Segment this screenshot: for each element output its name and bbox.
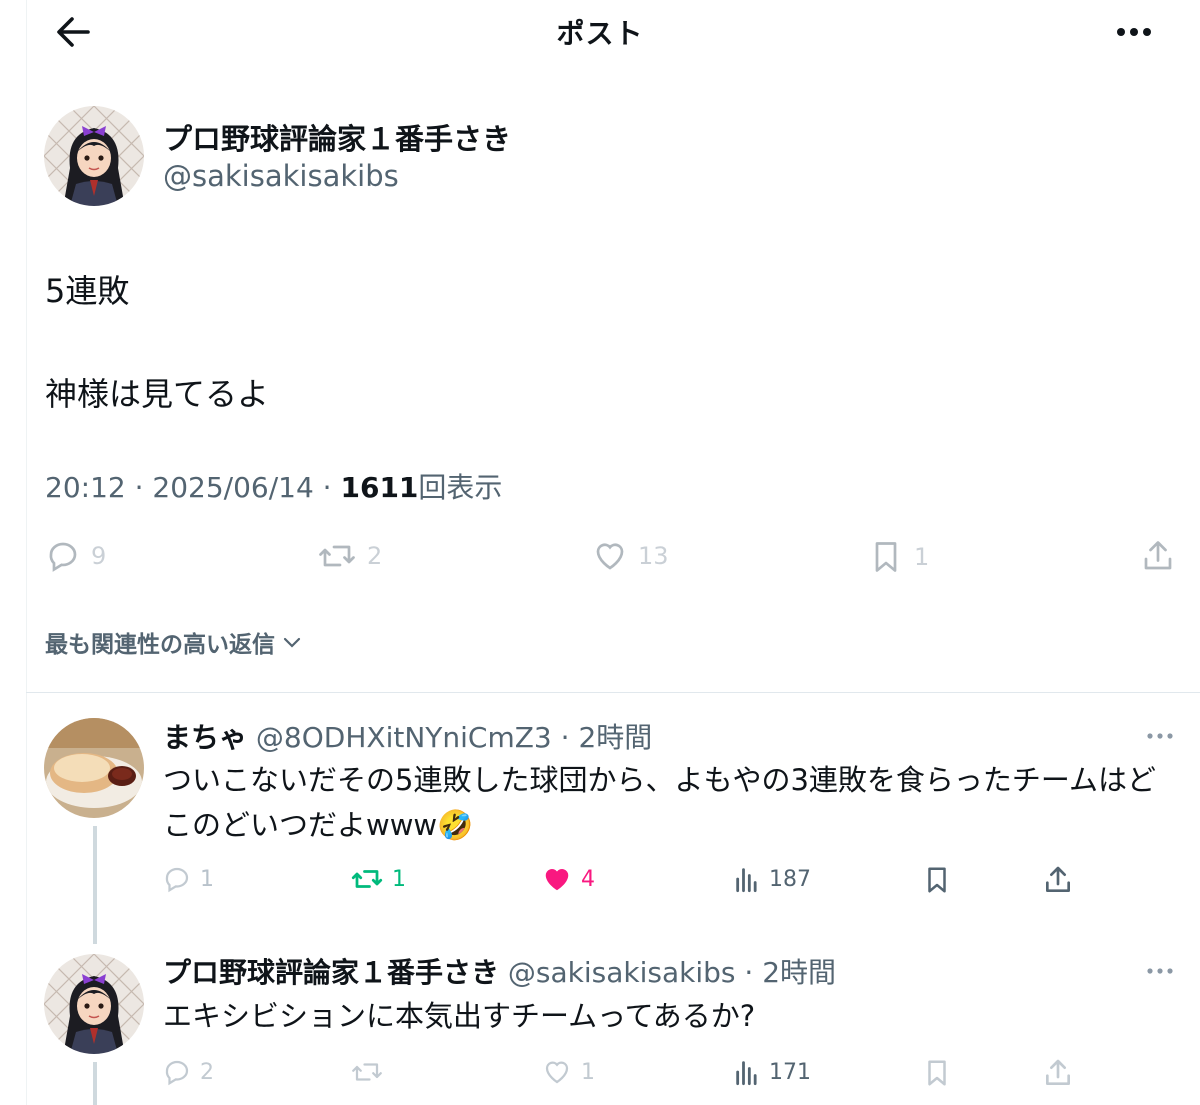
reply-header: まちゃ @8ODHXitNYniCmZ3 · 2時間 xyxy=(163,716,652,756)
author-avatar[interactable] xyxy=(44,106,144,206)
reply-share-button[interactable] xyxy=(1042,864,1074,896)
reply-views-button[interactable]: 171 xyxy=(733,1057,811,1087)
reply-like-button[interactable]: 1 xyxy=(541,1057,595,1087)
anime-girl-avatar-icon xyxy=(44,106,144,206)
post-meta: 20:12 · 2025/06/14 · 1611回表示 xyxy=(45,466,502,506)
more-horizontal-icon xyxy=(1147,733,1173,739)
reply-bookmark-button[interactable] xyxy=(922,1057,952,1089)
more-horizontal-icon xyxy=(1117,28,1151,36)
divider xyxy=(26,692,1200,693)
share-icon xyxy=(1046,866,1070,892)
reply-more-button[interactable] xyxy=(1140,961,1180,981)
comment-icon xyxy=(49,542,77,572)
reply-share-button[interactable] xyxy=(1042,1057,1074,1089)
like-button[interactable]: 13 xyxy=(592,538,669,574)
reply-like-count: 1 xyxy=(581,1059,595,1085)
reply-reply-button[interactable]: 1 xyxy=(162,864,214,894)
author-name[interactable]: プロ野球評論家１番手さき xyxy=(163,116,511,158)
reply-repost-count: 1 xyxy=(392,866,406,892)
view-count-label: 回表示 xyxy=(418,471,503,504)
reply-author-name[interactable]: プロ野球評論家１番手さき xyxy=(163,956,499,989)
heart-icon xyxy=(545,1061,569,1084)
reply-avatar[interactable] xyxy=(44,718,144,818)
reply-view-count: 187 xyxy=(769,866,811,892)
reply-views-button[interactable]: 187 xyxy=(733,864,811,894)
author-handle[interactable]: @sakisakisakibs xyxy=(163,159,399,193)
reply-view-count: 171 xyxy=(769,1059,811,1085)
post-text-line-2: 神様は見てるよ xyxy=(45,375,270,413)
bar-chart-icon xyxy=(736,1061,757,1086)
repost-icon xyxy=(319,545,355,567)
thread-connector xyxy=(93,826,97,944)
reply-time[interactable]: · 2時間 xyxy=(561,721,653,754)
reply-text: エキシビションに本気出すチームってあるか? xyxy=(163,999,756,1033)
reply-like-button[interactable]: 4 xyxy=(541,864,595,894)
reply-reply-button[interactable]: 2 xyxy=(162,1057,214,1087)
anime-girl-avatar-icon xyxy=(44,954,144,1054)
heart-icon xyxy=(596,543,624,570)
repost-count: 2 xyxy=(367,542,383,570)
more-options-button[interactable] xyxy=(1108,14,1160,50)
reply-author-name[interactable]: まちゃ xyxy=(163,721,247,754)
bookmark-count: 1 xyxy=(914,543,930,571)
view-count: 1611 xyxy=(340,471,419,504)
bar-chart-icon xyxy=(736,868,757,893)
reply-more-button[interactable] xyxy=(1140,726,1180,746)
reply-avatar[interactable] xyxy=(44,954,144,1054)
reply-like-count: 4 xyxy=(581,866,595,892)
reply-author-handle[interactable]: @sakisakisakibs xyxy=(508,956,736,989)
bookmark-icon xyxy=(928,867,946,893)
reply-author-handle[interactable]: @8ODHXitNYniCmZ3 xyxy=(256,721,552,754)
reply-header: プロ野球評論家１番手さき @sakisakisakibs · 2時間 xyxy=(163,951,836,991)
pancake-photo-icon xyxy=(44,718,144,818)
reply-repost-button[interactable] xyxy=(350,1057,392,1087)
reply-sort-label: 最も関連性の高い返信 xyxy=(45,632,275,658)
bookmark-icon xyxy=(875,542,897,572)
reply-sort-selector[interactable]: 最も関連性の高い返信 xyxy=(45,625,303,659)
repost-icon xyxy=(352,1063,382,1081)
post-text-line-1: 5連敗 xyxy=(45,272,130,310)
chevron-down-icon xyxy=(283,637,301,648)
bookmark-button[interactable]: 1 xyxy=(868,538,929,576)
reply-count: 9 xyxy=(91,542,107,570)
repost-icon xyxy=(351,870,383,888)
share-icon xyxy=(1144,541,1172,570)
thread-connector xyxy=(93,1062,97,1105)
bookmark-icon xyxy=(928,1060,946,1086)
comment-icon xyxy=(165,1060,189,1086)
reply-repost-button[interactable]: 1 xyxy=(350,864,406,894)
reply-button[interactable]: 9 xyxy=(45,538,106,574)
comment-icon xyxy=(165,867,189,893)
share-button[interactable] xyxy=(1140,538,1176,574)
reply-time[interactable]: · 2時間 xyxy=(744,956,836,989)
timeline-border xyxy=(26,0,27,1105)
heart-filled-icon xyxy=(545,869,569,891)
more-horizontal-icon xyxy=(1147,968,1173,974)
share-icon xyxy=(1046,1059,1070,1085)
post-time[interactable]: 20:12 · 2025/06/14 · xyxy=(45,471,340,504)
reply-bookmark-button[interactable] xyxy=(922,864,952,896)
top-bar: ポスト xyxy=(0,0,1200,64)
repost-button[interactable]: 2 xyxy=(317,538,382,574)
like-count: 13 xyxy=(638,542,669,570)
page-title: ポスト xyxy=(556,17,644,50)
reply-text: ついこないだその5連敗した球団から、よもやの3連敗を食らったチームはどこのどいつ… xyxy=(163,763,1157,842)
reply-reply-count: 1 xyxy=(200,866,214,892)
reply-reply-count: 2 xyxy=(200,1059,214,1085)
